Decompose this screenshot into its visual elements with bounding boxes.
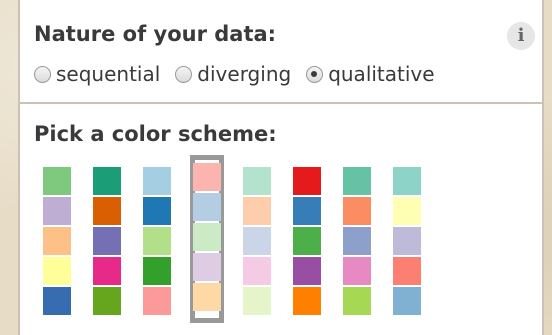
color-swatch xyxy=(393,197,421,225)
color-swatch xyxy=(343,167,371,195)
color-swatch xyxy=(93,257,121,285)
data-nature-section: Nature of your data: i sequential diverg… xyxy=(20,0,542,104)
color-swatch xyxy=(293,167,321,195)
color-swatch xyxy=(293,257,321,285)
color-scheme-4[interactable] xyxy=(190,155,224,323)
color-swatch xyxy=(93,167,121,195)
color-swatch xyxy=(143,287,171,315)
color-swatch xyxy=(393,257,421,285)
color-swatch xyxy=(143,227,171,255)
color-scheme-title: Pick a color scheme: xyxy=(34,122,277,146)
radio-qualitative[interactable]: qualitative xyxy=(306,62,435,86)
color-swatch xyxy=(143,257,171,285)
color-swatch xyxy=(43,257,71,285)
color-swatch xyxy=(343,287,371,315)
color-scheme-5[interactable] xyxy=(240,163,274,315)
color-swatch xyxy=(343,257,371,285)
radio-qualitative-circle[interactable] xyxy=(306,65,324,83)
color-swatch xyxy=(193,253,221,281)
color-scheme-8[interactable] xyxy=(390,163,424,315)
color-swatch xyxy=(43,167,71,195)
radio-diverging-circle[interactable] xyxy=(175,65,193,83)
color-swatch xyxy=(43,197,71,225)
color-swatch xyxy=(193,163,221,191)
radio-diverging-label[interactable]: diverging xyxy=(197,62,291,86)
data-nature-title: Nature of your data: xyxy=(34,22,277,46)
color-scheme-3[interactable] xyxy=(140,163,174,315)
color-scheme-swatches xyxy=(40,155,460,323)
color-scheme-panel: Nature of your data: i sequential diverg… xyxy=(18,0,544,335)
data-nature-radio-group: sequential diverging qualitative xyxy=(34,62,450,86)
color-swatch xyxy=(93,227,121,255)
radio-sequential-label[interactable]: sequential xyxy=(56,62,160,86)
color-swatch xyxy=(293,287,321,315)
color-swatch xyxy=(43,287,71,315)
color-scheme-6[interactable] xyxy=(290,163,324,315)
color-swatch xyxy=(93,287,121,315)
color-swatch xyxy=(393,167,421,195)
color-swatch xyxy=(193,223,221,251)
color-swatch xyxy=(243,287,271,315)
color-swatch xyxy=(343,227,371,255)
color-swatch xyxy=(343,197,371,225)
color-swatch xyxy=(243,167,271,195)
radio-diverging[interactable]: diverging xyxy=(175,62,291,86)
color-swatch xyxy=(243,257,271,285)
color-swatch xyxy=(193,283,221,311)
color-swatch xyxy=(43,227,71,255)
color-swatch xyxy=(393,227,421,255)
color-swatch xyxy=(293,227,321,255)
color-scheme-2[interactable] xyxy=(90,163,124,315)
radio-sequential-circle[interactable] xyxy=(34,65,51,83)
color-swatch xyxy=(143,167,171,195)
color-swatch xyxy=(393,287,421,315)
radio-sequential[interactable]: sequential xyxy=(34,62,160,86)
color-swatch xyxy=(93,197,121,225)
color-scheme-7[interactable] xyxy=(340,163,374,315)
info-icon[interactable]: i xyxy=(507,22,535,50)
color-swatch xyxy=(143,197,171,225)
color-swatch xyxy=(293,197,321,225)
radio-qualitative-label[interactable]: qualitative xyxy=(328,62,434,86)
color-scheme-1[interactable] xyxy=(40,163,74,315)
color-swatch xyxy=(243,227,271,255)
color-swatch xyxy=(243,197,271,225)
color-swatch xyxy=(193,193,221,221)
